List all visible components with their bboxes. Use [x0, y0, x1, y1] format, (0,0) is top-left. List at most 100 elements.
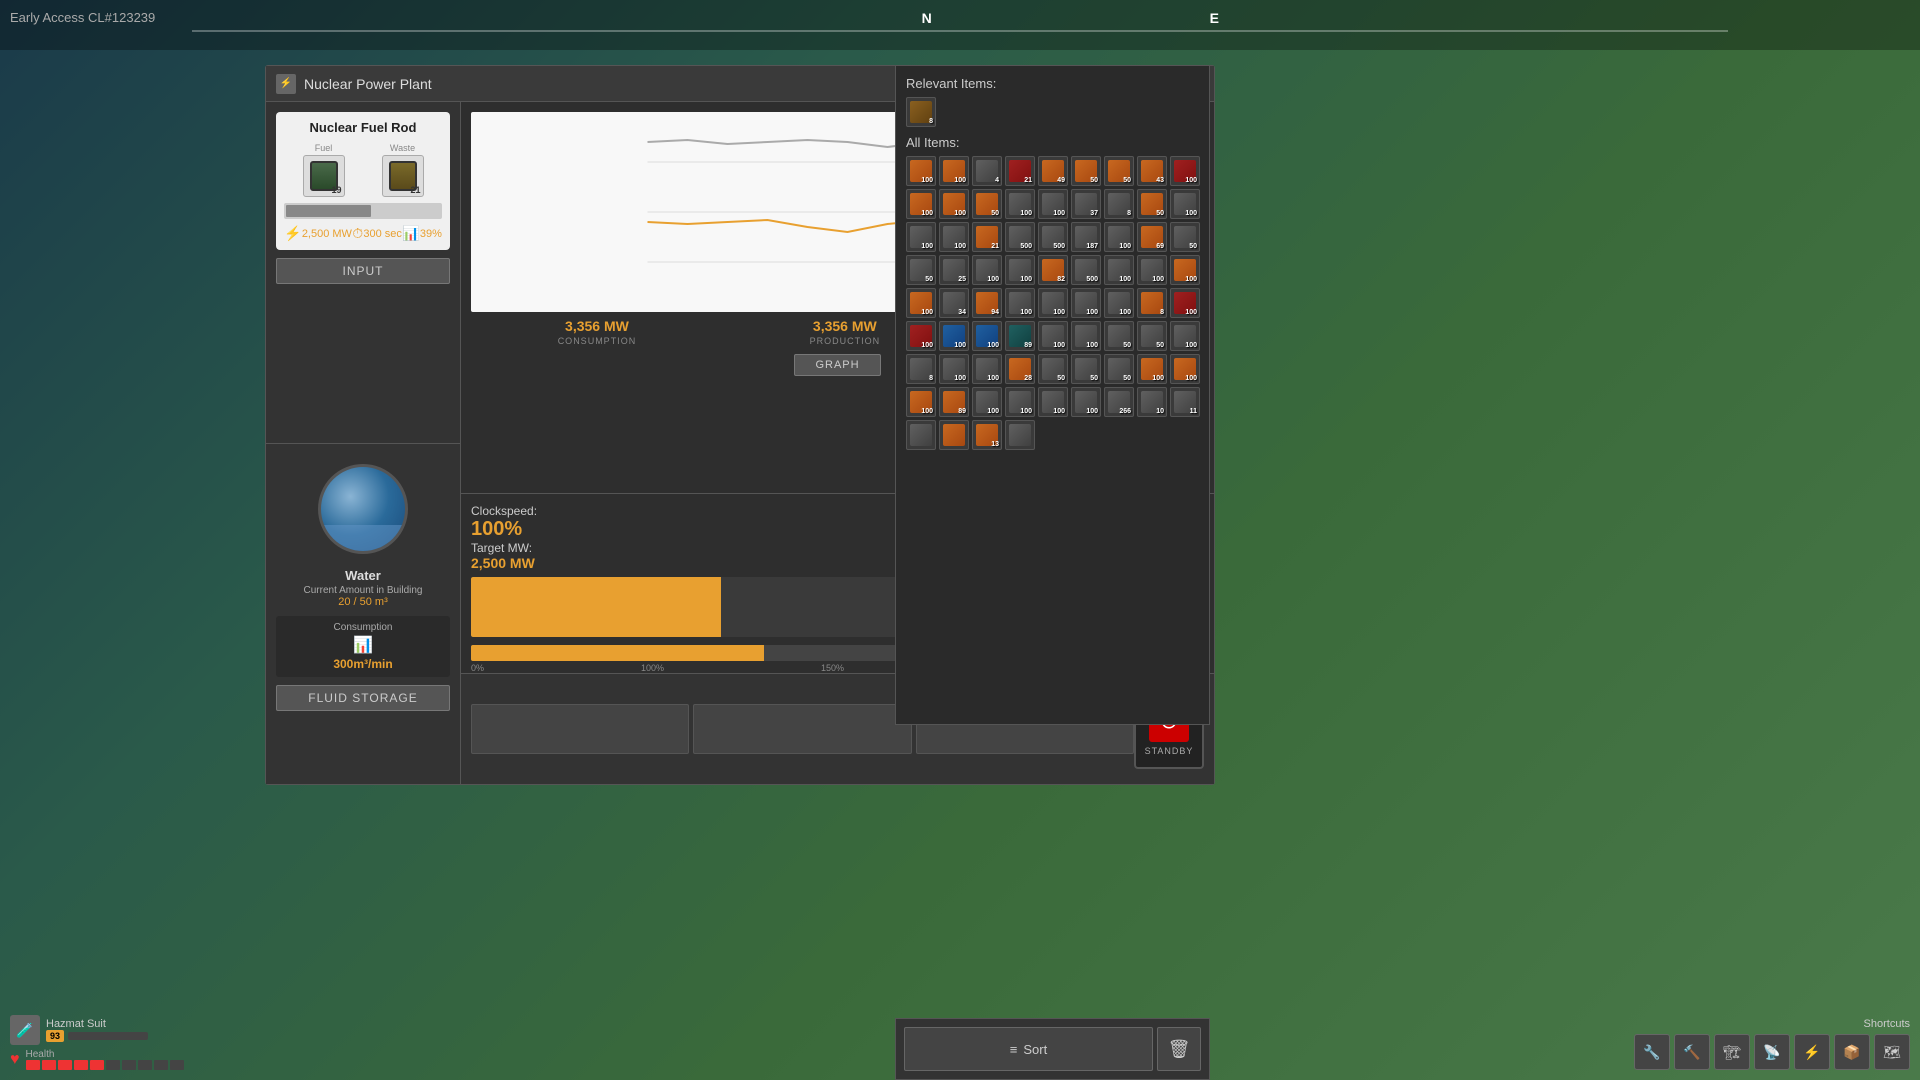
inventory-item-49[interactable]: 100 — [1038, 321, 1068, 351]
health-bar-5 — [90, 1060, 104, 1070]
inventory-item-14[interactable]: 37 — [1071, 189, 1101, 219]
shortcut-btn-1[interactable]: 🔧 — [1634, 1034, 1670, 1070]
inventory-item-40[interactable]: 100 — [1038, 288, 1068, 318]
inventory-item-10[interactable]: 100 — [939, 189, 969, 219]
inventory-item-4[interactable]: 49 — [1038, 156, 1068, 186]
inventory-item-7[interactable]: 43 — [1137, 156, 1167, 186]
inventory-item-30[interactable]: 100 — [1005, 255, 1035, 285]
inventory-item-29[interactable]: 100 — [972, 255, 1002, 285]
durability-bar — [68, 1032, 148, 1040]
inventory-item-45[interactable]: 100 — [906, 321, 936, 351]
graph-button[interactable]: GRAPH — [794, 354, 880, 376]
inventory-item-19[interactable]: 100 — [939, 222, 969, 252]
inventory-item-43[interactable]: 8 — [1137, 288, 1167, 318]
inventory-item-63[interactable]: 100 — [906, 387, 936, 417]
inventory-item-23[interactable]: 187 — [1071, 222, 1101, 252]
inventory-item-38[interactable]: 94 — [972, 288, 1002, 318]
vent-slot-2 — [693, 704, 911, 754]
inventory-item-65[interactable]: 100 — [972, 387, 1002, 417]
inventory-item-48[interactable]: 89 — [1005, 321, 1035, 351]
inventory-item-66[interactable]: 100 — [1005, 387, 1035, 417]
inventory-item-33[interactable]: 100 — [1104, 255, 1134, 285]
shortcut-btn-2[interactable]: 🔨 — [1674, 1034, 1710, 1070]
inventory-item-13[interactable]: 100 — [1038, 189, 1068, 219]
inventory-item-58[interactable]: 50 — [1038, 354, 1068, 384]
inventory-item-21[interactable]: 500 — [1005, 222, 1035, 252]
time-icon: ⏱ — [352, 225, 363, 242]
inventory-item-0[interactable]: 100 — [906, 156, 936, 186]
inventory-item-15[interactable]: 8 — [1104, 189, 1134, 219]
left-panel: Nuclear Fuel Rod Fuel 19 Waste — [266, 102, 461, 784]
inventory-item-26[interactable]: 50 — [1170, 222, 1200, 252]
inventory-item-69[interactable]: 266 — [1104, 387, 1134, 417]
shortcut-btn-6[interactable]: 📦 — [1834, 1034, 1870, 1070]
inventory-item-9[interactable]: 100 — [906, 189, 936, 219]
trash-button[interactable]: 🗑 — [1157, 1027, 1201, 1071]
inventory-item-6[interactable]: 50 — [1104, 156, 1134, 186]
inventory-item-11[interactable]: 50 — [972, 189, 1002, 219]
shortcut-btn-3[interactable]: 🏗 — [1714, 1034, 1750, 1070]
inventory-item-18[interactable]: 100 — [906, 222, 936, 252]
inventory-item-32[interactable]: 500 — [1071, 255, 1101, 285]
inventory-item-42[interactable]: 100 — [1104, 288, 1134, 318]
inventory-item-52[interactable]: 50 — [1137, 321, 1167, 351]
inventory-item-22[interactable]: 500 — [1038, 222, 1068, 252]
inventory-item-17[interactable]: 100 — [1170, 189, 1200, 219]
relevant-items-row: 8 — [906, 97, 1199, 127]
inventory-item-59[interactable]: 50 — [1071, 354, 1101, 384]
inventory-item-25[interactable]: 69 — [1137, 222, 1167, 252]
inventory-item-46[interactable]: 100 — [939, 321, 969, 351]
inventory-item-3[interactable]: 21 — [1005, 156, 1035, 186]
inventory-item-31[interactable]: 82 — [1038, 255, 1068, 285]
inventory-item-20[interactable]: 21 — [972, 222, 1002, 252]
shortcut-btn-5[interactable]: ⚡ — [1794, 1034, 1830, 1070]
inventory-item-50[interactable]: 100 — [1071, 321, 1101, 351]
consumption-label: Consumption — [282, 622, 444, 633]
inventory-item-53[interactable]: 100 — [1170, 321, 1200, 351]
inventory-item-27[interactable]: 50 — [906, 255, 936, 285]
inventory-item-34[interactable]: 100 — [1137, 255, 1167, 285]
inventory-item-74[interactable]: 13 — [972, 420, 1002, 450]
sort-button[interactable]: ≡ Sort — [904, 1027, 1153, 1071]
inventory-item-16[interactable]: 50 — [1137, 189, 1167, 219]
input-button[interactable]: INPUT — [276, 258, 450, 284]
inventory-item-71[interactable]: 11 — [1170, 387, 1200, 417]
inventory-item-73[interactable] — [939, 420, 969, 450]
inventory-item-47[interactable]: 100 — [972, 321, 1002, 351]
inventory-item-55[interactable]: 100 — [939, 354, 969, 384]
health-bar-1 — [26, 1060, 40, 1070]
inventory-item-75[interactable] — [1005, 420, 1035, 450]
inventory-item-24[interactable]: 100 — [1104, 222, 1134, 252]
inventory-item-41[interactable]: 100 — [1071, 288, 1101, 318]
inventory-item-70[interactable]: 10 — [1137, 387, 1167, 417]
marker-0: 0% — [471, 663, 484, 673]
inventory-item-2[interactable]: 4 — [972, 156, 1002, 186]
inventory-item-51[interactable]: 50 — [1104, 321, 1134, 351]
inventory-item-56[interactable]: 100 — [972, 354, 1002, 384]
fluid-storage-button[interactable]: FLUID STORAGE — [276, 685, 450, 711]
inventory-item-64[interactable]: 89 — [939, 387, 969, 417]
inventory-item-5[interactable]: 50 — [1071, 156, 1101, 186]
inventory-item-67[interactable]: 100 — [1038, 387, 1068, 417]
inventory-item-39[interactable]: 100 — [1005, 288, 1035, 318]
inventory-item-54[interactable]: 8 — [906, 354, 936, 384]
inventory-item-28[interactable]: 25 — [939, 255, 969, 285]
inventory-item-62[interactable]: 100 — [1170, 354, 1200, 384]
fuel-count: 19 — [331, 185, 341, 195]
shortcut-btn-4[interactable]: 📡 — [1754, 1034, 1790, 1070]
inventory-item-68[interactable]: 100 — [1071, 387, 1101, 417]
relevant-item[interactable]: 8 — [906, 97, 936, 127]
inventory-item-35[interactable]: 100 — [1170, 255, 1200, 285]
inventory-item-8[interactable]: 100 — [1170, 156, 1200, 186]
shortcut-btn-7[interactable]: 🗺 — [1874, 1034, 1910, 1070]
inventory-item-57[interactable]: 28 — [1005, 354, 1035, 384]
inventory-item-1[interactable]: 100 — [939, 156, 969, 186]
inventory-item-72[interactable] — [906, 420, 936, 450]
inventory-item-61[interactable]: 100 — [1137, 354, 1167, 384]
inventory-item-60[interactable]: 50 — [1104, 354, 1134, 384]
inventory-item-36[interactable]: 100 — [906, 288, 936, 318]
marker-150: 150% — [821, 663, 844, 673]
inventory-item-44[interactable]: 100 — [1170, 288, 1200, 318]
inventory-item-12[interactable]: 100 — [1005, 189, 1035, 219]
inventory-item-37[interactable]: 34 — [939, 288, 969, 318]
